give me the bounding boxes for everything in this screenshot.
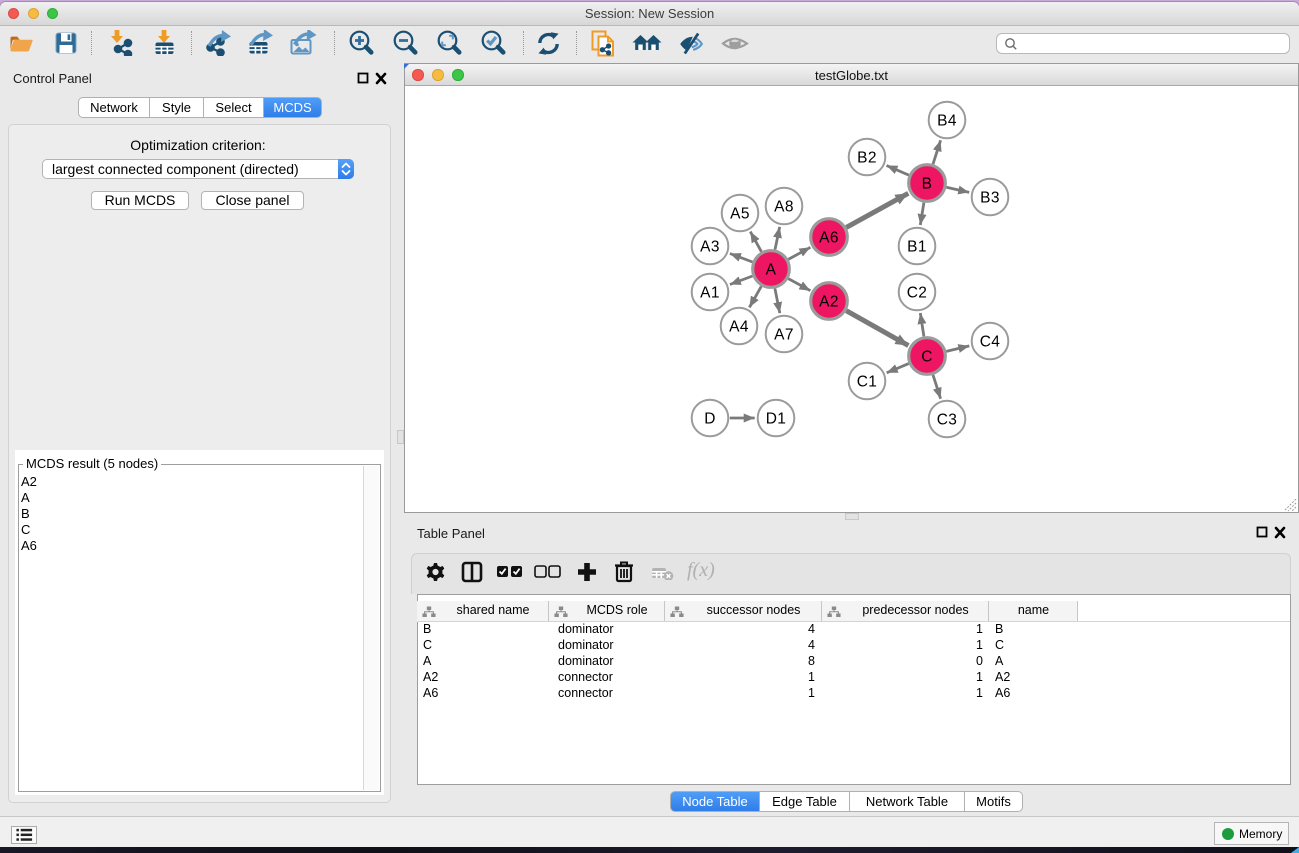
svg-text:A1: A1 — [700, 285, 720, 302]
svg-text:A8: A8 — [774, 199, 794, 216]
svg-text:C4: C4 — [980, 334, 1001, 351]
svg-text:B3: B3 — [980, 190, 1000, 207]
svg-text:B2: B2 — [857, 150, 877, 167]
svg-text:C1: C1 — [857, 374, 878, 391]
svg-text:B4: B4 — [937, 113, 957, 130]
svg-text:C3: C3 — [937, 412, 958, 429]
svg-text:C2: C2 — [907, 285, 928, 302]
svg-text:A2: A2 — [819, 294, 839, 311]
svg-text:D1: D1 — [766, 411, 787, 428]
svg-text:A7: A7 — [774, 327, 794, 344]
svg-text:B1: B1 — [907, 239, 927, 256]
svg-text:C: C — [921, 349, 933, 366]
svg-text:A: A — [766, 262, 777, 279]
svg-text:A4: A4 — [729, 319, 749, 336]
svg-text:B: B — [922, 176, 933, 193]
svg-text:D: D — [704, 411, 716, 428]
svg-text:A6: A6 — [819, 230, 839, 247]
svg-text:A5: A5 — [730, 206, 750, 223]
svg-text:A3: A3 — [700, 239, 720, 256]
